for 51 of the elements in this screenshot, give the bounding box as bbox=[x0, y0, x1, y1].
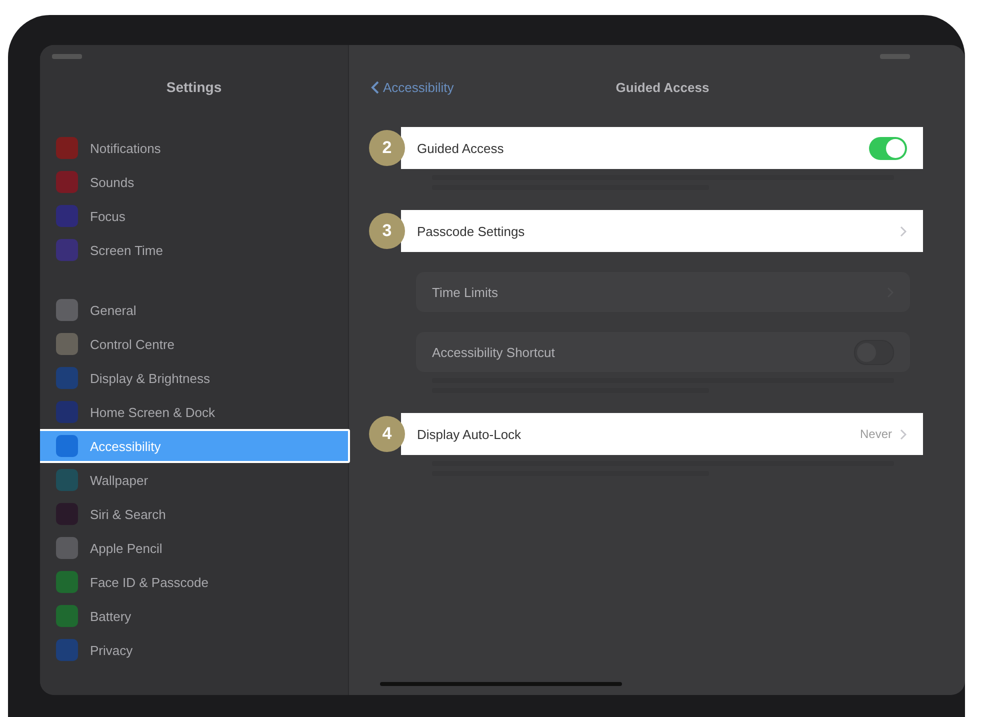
sidebar-item[interactable]: Focus bbox=[40, 199, 348, 233]
sidebar-item[interactable]: Sounds bbox=[40, 165, 348, 199]
item-label: Control Centre bbox=[90, 336, 175, 352]
settings-row[interactable]: Guided Access bbox=[401, 127, 923, 169]
sidebar-item[interactable]: Wallpaper bbox=[40, 463, 348, 497]
row-value: Never bbox=[860, 427, 892, 441]
sidebar-item[interactable]: Apple Pencil bbox=[40, 531, 348, 565]
item-label: Face ID & Passcode bbox=[90, 574, 208, 590]
step-badge: 2 bbox=[369, 130, 405, 166]
sidebar-item[interactable]: Battery bbox=[40, 599, 348, 633]
item-label: Sounds bbox=[90, 174, 134, 190]
item-label: Apple Pencil bbox=[90, 540, 162, 556]
settings-row[interactable]: Passcode Settings bbox=[401, 210, 923, 252]
item-label: Accessibility bbox=[90, 438, 161, 454]
sidebar-item[interactable]: Siri & Search bbox=[40, 497, 348, 531]
back-chevron-icon bbox=[371, 80, 379, 94]
row-label: Guided Access bbox=[417, 140, 505, 156]
settings-row[interactable]: Accessibility Shortcut bbox=[416, 332, 910, 372]
sidebar-item[interactable]: Home Screen & Dock bbox=[40, 395, 348, 429]
sidebar-title: Settings bbox=[165, 79, 223, 95]
item-label: Siri & Search bbox=[90, 506, 166, 522]
item-label: Display & Brightness bbox=[90, 370, 210, 386]
item-label: Notifications bbox=[90, 140, 161, 156]
sidebar-item[interactable]: Screen Time bbox=[40, 233, 348, 267]
item-label: Privacy bbox=[90, 642, 133, 658]
back-button[interactable]: Accessibility bbox=[371, 80, 454, 94]
item-label: General bbox=[90, 302, 136, 318]
item-label: Battery bbox=[90, 608, 132, 624]
toggle-switch[interactable] bbox=[869, 136, 907, 160]
sidebar-item[interactable]: Accessibility bbox=[40, 429, 350, 463]
settings-row[interactable]: Time Limits bbox=[416, 272, 910, 312]
chevron-icon bbox=[900, 428, 907, 440]
chevron-icon bbox=[900, 226, 907, 236]
sidebar-item[interactable]: Notifications bbox=[40, 131, 348, 165]
sidebar-item[interactable]: Display & Brightness bbox=[40, 361, 348, 395]
row-label: Accessibility Shortcut bbox=[432, 344, 556, 360]
row-label: Time Limits bbox=[432, 284, 499, 300]
sidebar-item[interactable]: Face ID & Passcode bbox=[40, 565, 348, 599]
row-label: Display Auto-Lock bbox=[417, 426, 522, 442]
item-label: Screen Time bbox=[90, 242, 163, 258]
item-label: Home Screen & Dock bbox=[90, 404, 215, 420]
item-label: Wallpaper bbox=[90, 472, 148, 488]
step-badge: 3 bbox=[369, 213, 405, 249]
sidebar-item[interactable]: Privacy bbox=[40, 633, 348, 667]
settings-row[interactable]: Display Auto-Lock Never bbox=[401, 413, 923, 455]
page-title: Guided Access bbox=[616, 80, 710, 94]
sidebar-item[interactable]: General bbox=[40, 293, 348, 327]
row-label: Passcode Settings bbox=[417, 224, 526, 238]
sidebar-item[interactable]: Control Centre bbox=[40, 327, 348, 361]
item-label: Focus bbox=[90, 208, 126, 224]
step-badge: 4 bbox=[369, 416, 405, 452]
